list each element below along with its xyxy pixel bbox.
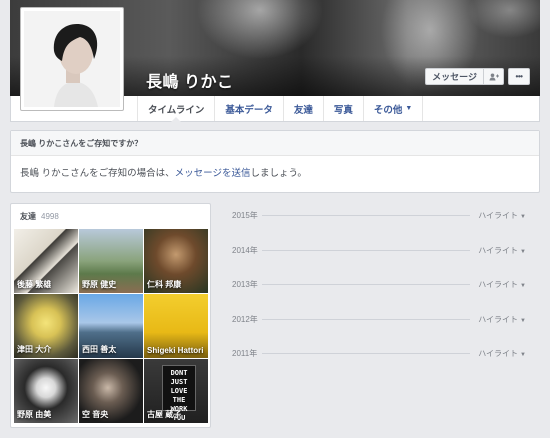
know-person-body: 長嶋 りかこさんをご存知の場合は、メッセージを送信しましょう。 xyxy=(11,156,539,188)
friend-tile[interactable]: 野原 健史 xyxy=(79,229,143,293)
friend-tile[interactable]: 仁科 邦康 xyxy=(144,229,208,293)
profile-picture[interactable] xyxy=(20,7,124,111)
year-row: 2015年 ハイライト ▼ xyxy=(222,203,540,238)
highlight-dropdown[interactable]: ハイライト ▼ xyxy=(478,210,526,221)
year-row: 2013年 ハイライト ▼ xyxy=(222,272,540,307)
year-label[interactable]: 2011年 xyxy=(232,348,262,359)
year-divider xyxy=(262,284,470,285)
friend-name: 津田 大介 xyxy=(17,345,52,354)
send-message-link[interactable]: メッセージを送信 xyxy=(175,168,251,179)
friend-tile[interactable]: 西田 善太 xyxy=(79,294,143,358)
highlight-label: ハイライト xyxy=(478,280,519,289)
friend-tile[interactable]: 津田 大介 xyxy=(14,294,78,358)
year-row: 2014年 ハイライト ▼ xyxy=(222,238,540,273)
know-body-suffix: しましょう。 xyxy=(250,168,307,179)
year-label[interactable]: 2012年 xyxy=(232,313,262,325)
friends-header: 友達 4998 xyxy=(11,204,210,228)
friend-tile[interactable]: 野原 由美 xyxy=(14,359,78,423)
tab-more[interactable]: その他 ▼ xyxy=(362,96,424,121)
friend-name: 西田 善太 xyxy=(82,345,117,354)
friend-tile[interactable]: DONT JUST LOVE THE WORK YOU 古屋 蔵子 xyxy=(144,359,208,423)
know-person-title: 長嶋 りかこさんをご存知ですか？ xyxy=(11,131,539,156)
friend-name: 野原 由美 xyxy=(17,410,52,419)
friend-name: 古屋 蔵子 xyxy=(147,410,182,419)
friend-name: Shigeki Hattori xyxy=(147,346,204,355)
profile-tabs: タイムライン 基本データ 友達 写真 その他 ▼ xyxy=(137,96,424,122)
more-options-button[interactable]: ••• xyxy=(508,68,530,85)
profile-name[interactable]: 長嶋 りかこ xyxy=(146,68,233,92)
chevron-down-icon: ▼ xyxy=(520,317,526,324)
friend-tile[interactable]: 後藤 繁雄 xyxy=(14,229,78,293)
year-label[interactable]: 2014年 xyxy=(232,244,262,256)
tab-about[interactable]: 基本データ xyxy=(214,96,283,121)
year-divider xyxy=(262,318,470,320)
highlight-dropdown[interactable]: ハイライト ▼ xyxy=(478,314,526,325)
chevron-down-icon: ▼ xyxy=(405,105,413,112)
follow-button[interactable] xyxy=(484,68,504,85)
friend-name: 仁科 邦康 xyxy=(147,280,182,289)
year-label[interactable]: 2013年 xyxy=(232,279,262,290)
profile-actions: メッセージ ••• xyxy=(425,68,530,85)
year-divider xyxy=(262,353,470,354)
chevron-down-icon: ▼ xyxy=(520,352,526,358)
profile-picture-image xyxy=(24,11,120,107)
timeline-years: 2015年 ハイライト ▼ 2014年 ハイライト ▼ 2013年 ハイライト ▼ 2… xyxy=(222,203,540,376)
year-label[interactable]: 2015年 xyxy=(232,210,262,221)
tab-friends[interactable]: 友達 xyxy=(282,96,323,121)
highlight-dropdown[interactable]: ハイライト ▼ xyxy=(478,245,526,256)
chevron-down-icon: ▼ xyxy=(520,248,526,255)
year-row: 2012年 ハイライト ▼ xyxy=(222,307,540,342)
chevron-down-icon: ▼ xyxy=(520,214,526,220)
person-plus-icon xyxy=(489,73,499,80)
year-divider xyxy=(262,249,470,251)
highlight-dropdown[interactable]: ハイライト ▼ xyxy=(478,279,526,290)
know-person-card: 長嶋 りかこさんをご存知ですか？ 長嶋 りかこさんをご存知の場合は、メッセージを… xyxy=(10,130,540,193)
friend-name: 野原 健史 xyxy=(82,280,117,289)
friends-label[interactable]: 友達 xyxy=(20,211,36,222)
year-row: 2011年 ハイライト ▼ xyxy=(222,341,540,376)
friends-box: 友達 4998 後藤 繁雄 野原 健史 仁科 邦康 津田 大介 西田 善太 Sh… xyxy=(10,203,211,428)
highlight-label: ハイライト xyxy=(478,211,519,220)
know-body-prefix: 長嶋 りかこさんをご存知の場合は、 xyxy=(20,168,175,179)
tab-timeline[interactable]: タイムライン xyxy=(137,96,214,122)
message-button-group: メッセージ xyxy=(425,68,504,85)
friend-tile[interactable]: Shigeki Hattori xyxy=(144,294,208,358)
friend-name: 空 音央 xyxy=(82,410,109,419)
friend-photo-sign: DONT JUST LOVE THE WORK YOU xyxy=(162,365,196,422)
tab-photos[interactable]: 写真 xyxy=(322,96,363,121)
friends-grid: 後藤 繁雄 野原 健史 仁科 邦康 津田 大介 西田 善太 Shigeki Ha… xyxy=(14,229,208,423)
message-button[interactable]: メッセージ xyxy=(425,68,484,85)
highlight-dropdown[interactable]: ハイライト ▼ xyxy=(478,348,526,359)
friend-name: 後藤 繁雄 xyxy=(17,280,52,289)
year-divider xyxy=(262,215,470,216)
tab-more-label: その他 xyxy=(373,104,403,116)
highlight-label: ハイライト xyxy=(478,314,519,324)
friends-count: 4998 xyxy=(41,211,59,221)
highlight-label: ハイライト xyxy=(478,245,519,255)
chevron-down-icon: ▼ xyxy=(520,283,526,289)
friend-tile[interactable]: 空 音央 xyxy=(79,359,143,423)
highlight-label: ハイライト xyxy=(478,349,519,358)
